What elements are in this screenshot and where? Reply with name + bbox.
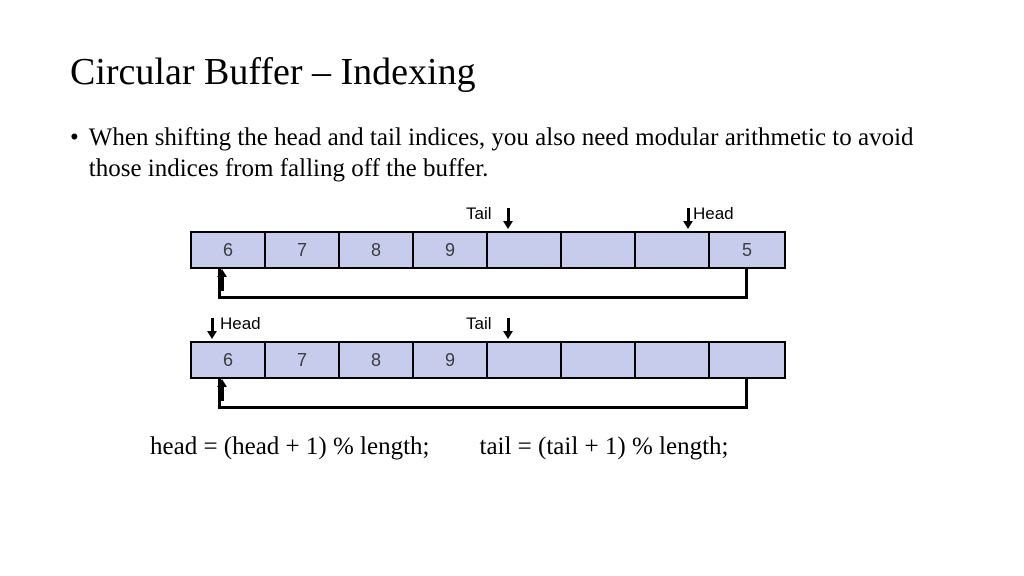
head-label: Head xyxy=(693,204,734,224)
buffer-row: 6 7 8 9 5 xyxy=(190,231,786,269)
buffer-cell: 8 xyxy=(340,343,414,377)
formula-row: head = (head + 1) % length; tail = (tail… xyxy=(150,433,954,461)
bullet-item: • When shifting the head and tail indice… xyxy=(70,122,954,185)
buffer-cell: 9 xyxy=(414,233,488,267)
buffer-cell xyxy=(488,233,562,267)
wrap-around-path xyxy=(218,379,748,409)
bullet-dot-icon: • xyxy=(70,122,79,153)
head-label: Head xyxy=(220,314,261,334)
buffer-diagram-before: Tail Head 6 7 8 9 5 xyxy=(190,199,954,309)
tail-label: Tail xyxy=(466,314,492,334)
bullet-text: When shifting the head and tail indices,… xyxy=(89,122,954,185)
buffer-cell xyxy=(636,233,710,267)
buffer-cell xyxy=(636,343,710,377)
buffer-cell: 7 xyxy=(266,343,340,377)
buffer-cell xyxy=(562,343,636,377)
tail-label: Tail xyxy=(466,204,492,224)
page-title: Circular Buffer – Indexing xyxy=(70,50,954,94)
buffer-cell: 6 xyxy=(192,233,266,267)
slide: Circular Buffer – Indexing • When shifti… xyxy=(0,0,1024,576)
wrap-around-path xyxy=(218,269,748,299)
buffer-diagram-after: Head Tail 6 7 8 9 xyxy=(190,309,954,419)
buffer-cell xyxy=(562,233,636,267)
formula-tail: tail = (tail + 1) % length; xyxy=(480,433,729,461)
formula-head: head = (head + 1) % length; xyxy=(150,433,430,461)
buffer-cell: 5 xyxy=(710,233,784,267)
buffer-cell xyxy=(710,343,784,377)
buffer-cell xyxy=(488,343,562,377)
buffer-cell: 8 xyxy=(340,233,414,267)
buffer-cell: 9 xyxy=(414,343,488,377)
buffer-cell: 7 xyxy=(266,233,340,267)
buffer-cell: 6 xyxy=(192,343,266,377)
buffer-row: 6 7 8 9 xyxy=(190,341,786,379)
diagram-group: Tail Head 6 7 8 9 5 Head Tail xyxy=(190,199,954,419)
